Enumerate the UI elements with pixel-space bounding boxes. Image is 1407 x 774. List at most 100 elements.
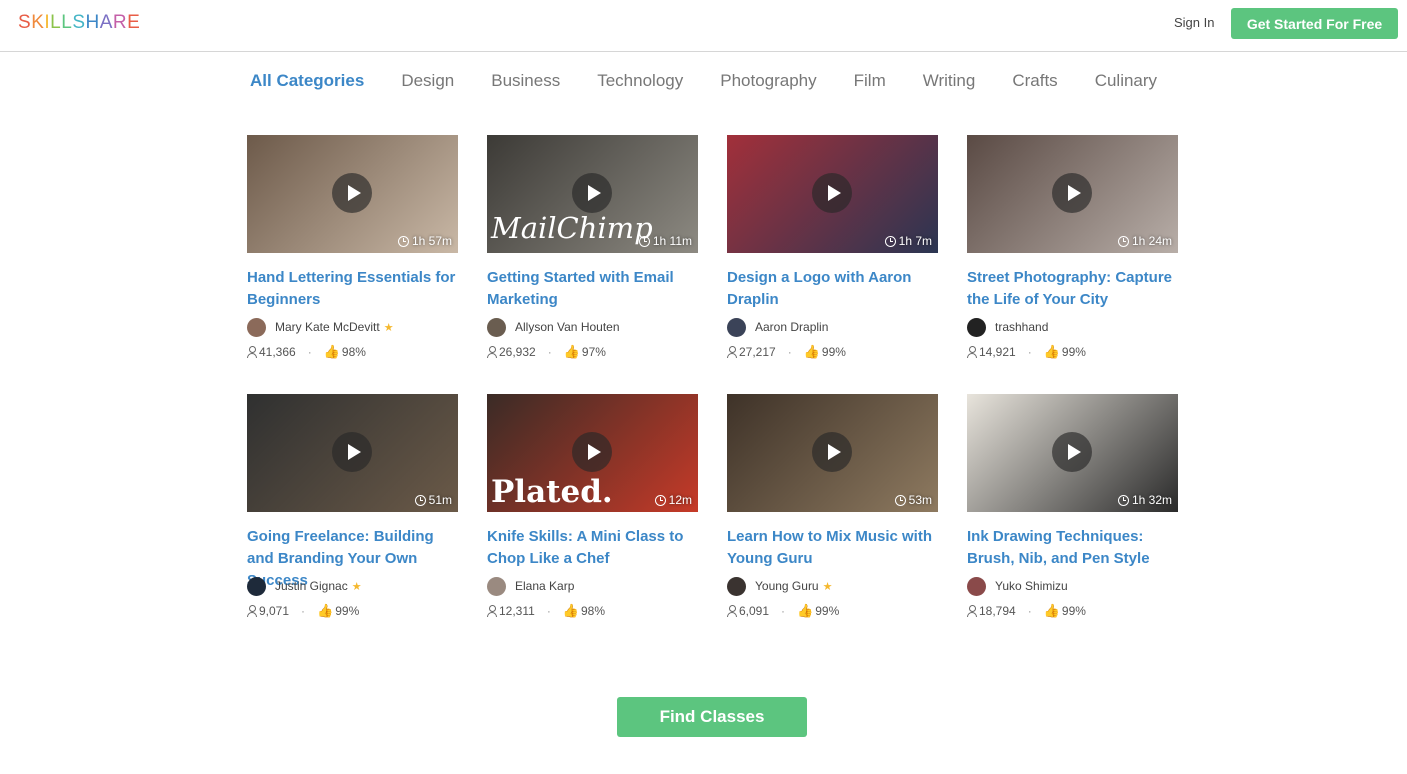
play-icon[interactable]	[1052, 173, 1092, 213]
class-card[interactable]: Plated. 12m Knife Skills: A Mini Class to …	[487, 394, 698, 619]
play-icon[interactable]	[572, 173, 612, 213]
class-thumbnail[interactable]: 1h 24m	[967, 135, 1178, 253]
class-thumbnail[interactable]: 1h 7m	[727, 135, 938, 253]
class-title[interactable]: Hand Lettering Essentials for Beginners	[247, 267, 458, 311]
thumbs-up-icon: 👍	[563, 344, 580, 359]
avatar[interactable]	[487, 317, 506, 337]
star-icon: ★	[351, 580, 362, 593]
teacher-row: Allyson Van Houten	[487, 317, 698, 337]
play-icon[interactable]	[332, 432, 372, 472]
class-card[interactable]: 1h 24m Street Photography: Capture the Li…	[967, 135, 1178, 360]
logo-letter: L	[50, 12, 62, 33]
get-started-button[interactable]: Get Started For Free	[1231, 8, 1398, 39]
rating-percent: 99%	[335, 604, 360, 618]
teacher-name[interactable]: Yuko Shimizu	[995, 579, 1068, 593]
class-thumbnail[interactable]: Plated. 12m	[487, 394, 698, 512]
clock-icon	[1117, 494, 1129, 506]
student-count: 18,794	[979, 604, 1016, 618]
tab-writing[interactable]: Writing	[923, 71, 976, 95]
class-title[interactable]: Learn How to Mix Music with Young Guru	[727, 526, 938, 570]
avatar[interactable]	[727, 576, 746, 596]
thumbs-up-icon: 👍	[562, 603, 579, 618]
teacher-name[interactable]: trashhand	[995, 320, 1048, 334]
class-title[interactable]: Design a Logo with Aaron Draplin	[727, 267, 938, 311]
user-icon	[247, 605, 257, 617]
tab-crafts[interactable]: Crafts	[1012, 71, 1057, 95]
class-thumbnail[interactable]: 1h 32m	[967, 394, 1178, 512]
class-stats: 27,217 · 👍 99%	[727, 344, 938, 360]
thumbs-up-icon: 👍	[1043, 603, 1060, 618]
duration-text: 1h 11m	[652, 234, 692, 248]
teacher-name[interactable]: Elana Karp	[515, 579, 574, 593]
class-thumbnail[interactable]: 1h 57m	[247, 135, 458, 253]
student-count: 14,921	[979, 345, 1016, 359]
sign-in-link[interactable]: Sign In	[1174, 15, 1214, 30]
avatar[interactable]	[967, 317, 986, 337]
separator-dot: ·	[1027, 345, 1032, 359]
play-icon[interactable]	[1052, 432, 1092, 472]
class-title[interactable]: Ink Drawing Techniques: Brush, Nib, and …	[967, 526, 1178, 570]
rating-percent: 98%	[341, 345, 366, 359]
clock-icon	[894, 494, 906, 506]
class-title[interactable]: Street Photography: Capture the Life of …	[967, 267, 1178, 311]
play-icon[interactable]	[332, 173, 372, 213]
teacher-row: Mary Kate McDevitt ★	[247, 317, 458, 337]
logo-letter: E	[127, 12, 141, 33]
find-classes-button[interactable]: Find Classes	[617, 697, 807, 737]
tab-design[interactable]: Design	[401, 71, 454, 95]
clock-icon	[884, 235, 896, 247]
play-icon[interactable]	[572, 432, 612, 472]
tab-technology[interactable]: Technology	[597, 71, 683, 95]
avatar[interactable]	[487, 576, 506, 596]
teacher-row: Elana Karp	[487, 576, 698, 596]
skillshare-logo[interactable]: SKILLSHARE	[18, 12, 140, 34]
clock-icon	[397, 235, 409, 247]
play-icon[interactable]	[812, 173, 852, 213]
avatar[interactable]	[727, 317, 746, 337]
class-title[interactable]: Going Freelance: Building and Branding Y…	[247, 526, 458, 589]
top-navbar: SKILLSHARE Sign In Get Started For Free	[0, 0, 1407, 52]
class-card[interactable]: 51m Going Freelance: Building and Brandin…	[247, 394, 458, 619]
class-card[interactable]: 53m Learn How to Mix Music with Young Gur…	[727, 394, 938, 619]
teacher-name[interactable]: Allyson Van Houten	[515, 320, 620, 334]
tab-film[interactable]: Film	[854, 71, 886, 95]
logo-letter: K	[31, 12, 45, 33]
tab-business[interactable]: Business	[491, 71, 560, 95]
class-card[interactable]: 1h 7m Design a Logo with Aaron Draplin Aar…	[727, 135, 938, 360]
class-card[interactable]: 1h 32m Ink Drawing Techniques: Brush, Nib…	[967, 394, 1178, 619]
play-icon[interactable]	[812, 432, 852, 472]
thumbs-up-icon: 👍	[317, 603, 334, 618]
rating-percent: 98%	[581, 604, 606, 618]
teacher-row: Yuko Shimizu	[967, 576, 1178, 596]
student-count: 41,366	[259, 345, 296, 359]
duration-badge: 1h 32m	[1117, 493, 1172, 507]
tab-photography[interactable]: Photography	[720, 71, 816, 95]
duration-text: 1h 57m	[411, 234, 452, 248]
logo-letter: S	[18, 12, 32, 33]
separator-dot: ·	[301, 604, 306, 618]
tab-culinary[interactable]: Culinary	[1095, 71, 1157, 95]
teacher-name[interactable]: Justin Gignac	[275, 579, 348, 593]
teacher-name[interactable]: Mary Kate McDevitt	[275, 320, 380, 334]
class-card[interactable]: 1h 57m Hand Lettering Essentials for Begi…	[247, 135, 458, 360]
class-title[interactable]: Knife Skills: A Mini Class to Chop Like …	[487, 526, 698, 570]
teacher-name[interactable]: Aaron Draplin	[755, 320, 828, 334]
avatar[interactable]	[247, 576, 266, 596]
class-card[interactable]: MailChimp 1h 11m Getting Started with Emai…	[487, 135, 698, 360]
class-title[interactable]: Getting Started with Email Marketing	[487, 267, 698, 311]
teacher-name[interactable]: Young Guru	[755, 579, 819, 593]
avatar[interactable]	[967, 576, 986, 596]
tab-all-categories[interactable]: All Categories	[250, 71, 364, 95]
class-thumbnail[interactable]: 51m	[247, 394, 458, 512]
user-icon	[727, 605, 737, 617]
class-thumbnail[interactable]: MailChimp 1h 11m	[487, 135, 698, 253]
class-thumbnail[interactable]: 53m	[727, 394, 938, 512]
duration-badge: 1h 57m	[397, 234, 452, 248]
class-stats: 12,311 · 👍 98%	[487, 603, 698, 619]
separator-dot: ·	[1027, 604, 1032, 618]
duration-text: 53m	[908, 493, 932, 507]
separator-dot: ·	[547, 345, 552, 359]
class-stats: 18,794 · 👍 99%	[967, 603, 1178, 619]
duration-text: 51m	[428, 493, 452, 507]
avatar[interactable]	[247, 317, 266, 337]
